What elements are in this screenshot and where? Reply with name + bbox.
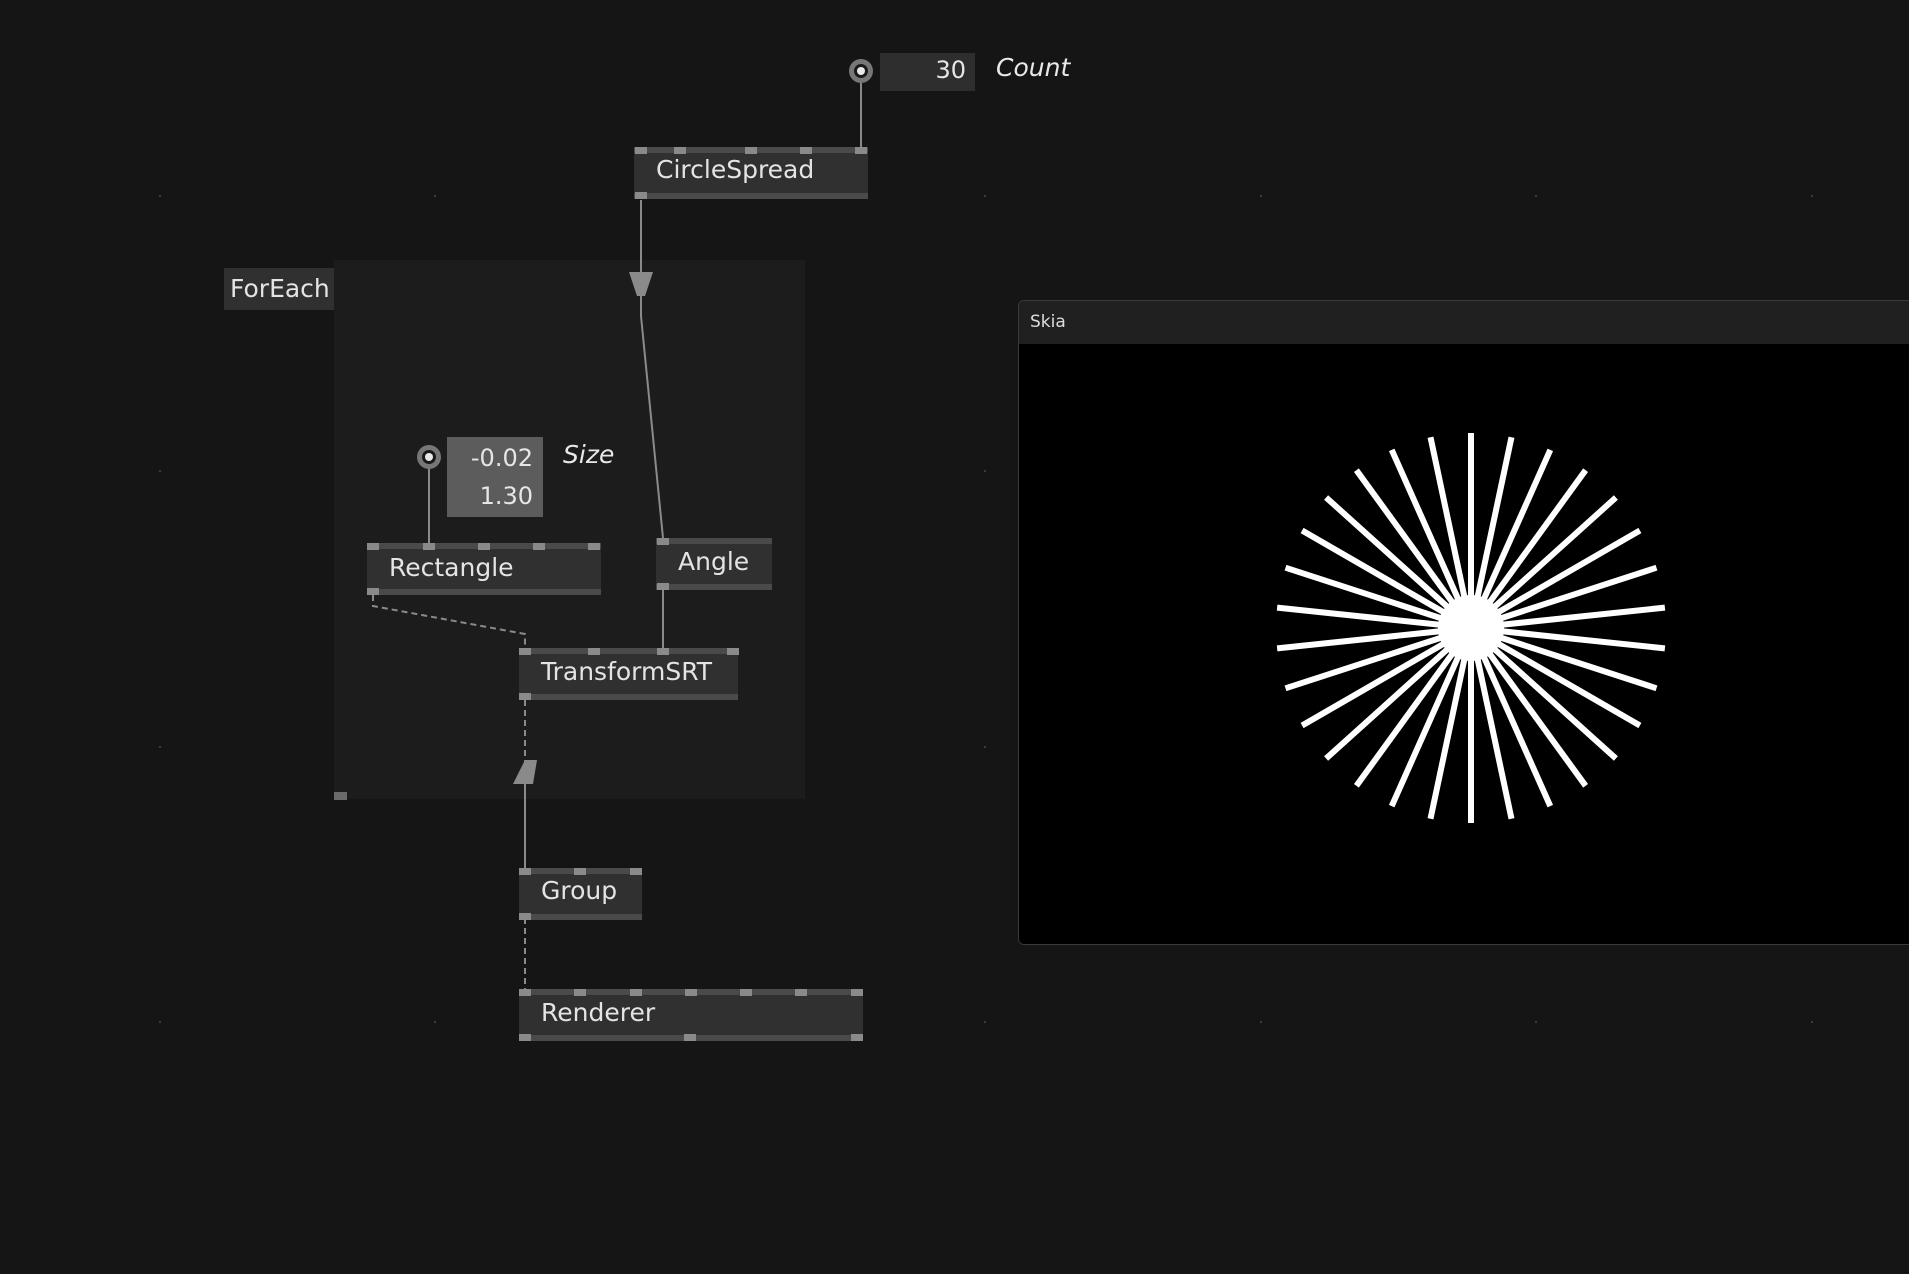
input-pin[interactable] (367, 543, 379, 550)
skia-render-output (1276, 433, 1666, 823)
input-pin[interactable] (851, 989, 863, 996)
input-pin[interactable] (630, 868, 642, 875)
foreach-region-resize-handle[interactable] (334, 792, 347, 800)
input-pin[interactable] (519, 648, 531, 655)
input-pin[interactable] (423, 543, 435, 550)
input-pin[interactable] (574, 868, 586, 875)
input-pin[interactable] (635, 147, 647, 154)
node-renderer-label[interactable]: Renderer (541, 998, 655, 1028)
count-pad-name: Count (996, 53, 1071, 82)
foreach-region[interactable] (334, 260, 805, 799)
input-pin[interactable] (478, 543, 490, 550)
input-pin[interactable] (657, 648, 669, 655)
node-angle-label[interactable]: Angle (678, 547, 749, 577)
node-rectangle-label[interactable]: Rectangle (389, 553, 514, 583)
output-pin[interactable] (519, 1034, 531, 1041)
output-pin[interactable] (657, 583, 669, 590)
input-pin[interactable] (685, 989, 697, 996)
input-pin[interactable] (674, 147, 686, 154)
output-pin[interactable] (684, 1034, 696, 1041)
node-group-label[interactable]: Group (541, 876, 617, 906)
input-pin[interactable] (574, 989, 586, 996)
input-pin[interactable] (727, 648, 739, 655)
rendered-center (1438, 595, 1504, 661)
skia-window-titlebar[interactable]: Skia (1019, 301, 1909, 344)
input-pin[interactable] (533, 543, 545, 550)
node-transformsrt-label[interactable]: TransformSRT (541, 657, 712, 687)
input-pin[interactable] (740, 989, 752, 996)
input-pin[interactable] (588, 543, 600, 550)
node-circlespread-label[interactable]: CircleSpread (656, 155, 814, 185)
output-pin[interactable] (367, 588, 379, 595)
input-pin[interactable] (855, 147, 867, 154)
input-pin[interactable] (519, 868, 531, 875)
input-pin[interactable] (588, 648, 600, 655)
output-pin[interactable] (851, 1034, 863, 1041)
input-pin[interactable] (630, 989, 642, 996)
output-pin[interactable] (519, 913, 531, 920)
size-value-y[interactable]: 1.30 (450, 482, 533, 510)
size-pad-name: Size (563, 440, 615, 469)
input-pin[interactable] (519, 989, 531, 996)
skia-render-view[interactable] (1019, 344, 1909, 944)
skia-render-window[interactable]: Skia (1018, 300, 1909, 945)
output-pin[interactable] (635, 192, 647, 199)
input-pin[interactable] (795, 989, 807, 996)
input-pin[interactable] (657, 538, 669, 545)
input-pin[interactable] (800, 147, 812, 154)
output-pin[interactable] (519, 693, 531, 700)
count-value[interactable]: 30 (900, 56, 966, 84)
skia-window-title: Skia (1030, 312, 1066, 332)
foreach-region-label[interactable]: ForEach (224, 268, 334, 310)
input-pin[interactable] (745, 147, 757, 154)
size-value-x[interactable]: -0.02 (450, 444, 533, 472)
